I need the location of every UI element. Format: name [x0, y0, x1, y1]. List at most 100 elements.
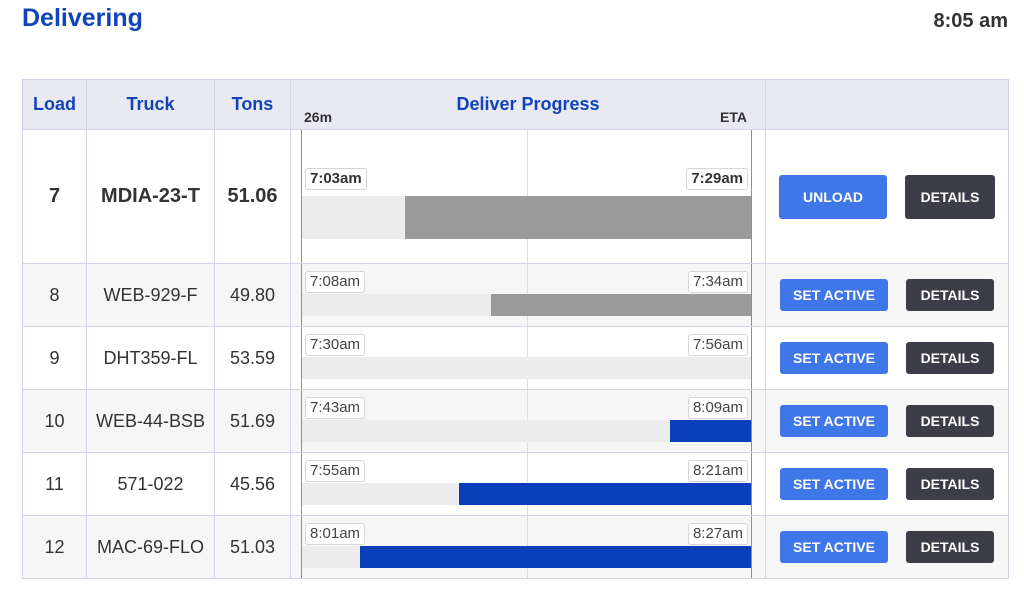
progress-eta-line: [751, 130, 752, 263]
table-body: 7 MDIA-23-T 51.06 7:03am 7:29am UNLOAD DETAILS…: [22, 129, 1009, 579]
column-header-actions: [765, 79, 1009, 130]
load-number: 11: [22, 452, 87, 516]
deliver-progress: 7:43am 8:09am: [290, 389, 766, 453]
load-number: 10: [22, 389, 87, 453]
load-number: 12: [22, 515, 87, 579]
start-time-label: 7:43am: [305, 397, 366, 419]
unload-button[interactable]: UNLOAD: [779, 174, 887, 219]
progress-track-area: 7:03am 7:29am: [301, 130, 752, 263]
progress-eta-line: [751, 516, 752, 578]
column-header-truck: Truck: [86, 79, 215, 130]
eta-time-label: 8:09am: [687, 397, 748, 419]
progress-start-line: [301, 327, 302, 389]
progress-eta-line: [751, 453, 752, 515]
row-actions: SET ACTIVE DETAILS: [765, 389, 1009, 453]
row-actions: SET ACTIVE DETAILS: [765, 326, 1009, 390]
tons-value: 45.56: [214, 452, 291, 516]
load-number: 9: [22, 326, 87, 390]
table-row: 9 DHT359-FL 53.59 7:30am 7:56am SET ACTIVE DET…: [22, 326, 1009, 390]
set-active-button[interactable]: SET ACTIVE: [780, 279, 888, 311]
progress-bar-track: [302, 196, 751, 239]
tons-value: 49.80: [214, 263, 291, 327]
load-number: 7: [22, 129, 87, 264]
progress-track-area: 7:08am 7:34am: [301, 264, 752, 326]
details-button[interactable]: DETAILS: [906, 468, 994, 500]
table-row: 8 WEB-929-F 49.80 7:08am 7:34am SET ACTIVE DET…: [22, 263, 1009, 327]
progress-track-area: 7:30am 7:56am: [301, 327, 752, 389]
set-active-button[interactable]: SET ACTIVE: [780, 405, 888, 437]
set-active-button[interactable]: SET ACTIVE: [780, 531, 888, 563]
progress-start-line: [301, 264, 302, 326]
progress-eta-line: [751, 264, 752, 326]
column-header-load: Load: [22, 79, 87, 130]
eta-time-label: 7:29am: [686, 168, 748, 190]
truck-id: MAC-69-FLO: [86, 515, 215, 579]
row-actions: UNLOAD DETAILS: [765, 129, 1009, 264]
truck-id: WEB-44-BSB: [86, 389, 215, 453]
details-button[interactable]: DETAILS: [905, 174, 995, 219]
table-header-row: Load Truck Tons Deliver Progress 26m ETA: [22, 79, 1009, 130]
truck-id: DHT359-FL: [86, 326, 215, 390]
progress-bar-fill: [459, 483, 751, 505]
column-header-progress: Deliver Progress 26m ETA: [290, 79, 766, 130]
deliver-progress: 7:55am 8:21am: [290, 452, 766, 516]
progress-header-title: Deliver Progress: [456, 94, 600, 114]
details-button[interactable]: DETAILS: [906, 405, 994, 437]
progress-bar-fill: [360, 546, 751, 568]
progress-start-line: [301, 390, 302, 452]
eta-time-label: 8:21am: [687, 460, 748, 482]
progress-bar-track: [302, 483, 751, 505]
table-row: 11 571-022 45.56 7:55am 8:21am SET ACTIVE DETA…: [22, 452, 1009, 516]
load-number: 8: [22, 263, 87, 327]
deliver-progress: 7:30am 7:56am: [290, 326, 766, 390]
progress-eta-line: [751, 327, 752, 389]
truck-id: WEB-929-F: [86, 263, 215, 327]
deliver-progress: 8:01am 8:27am: [290, 515, 766, 579]
details-button[interactable]: DETAILS: [906, 531, 994, 563]
start-time-label: 7:55am: [305, 460, 366, 482]
eta-time-label: 7:56am: [687, 334, 748, 356]
eta-time-label: 7:34am: [687, 271, 748, 293]
tons-value: 51.06: [214, 129, 291, 264]
progress-start-line: [301, 516, 302, 578]
details-button[interactable]: DETAILS: [906, 279, 994, 311]
page-title: Delivering: [22, 4, 143, 32]
progress-header-duration: 26m: [304, 109, 333, 125]
progress-bar-fill: [490, 294, 751, 316]
current-time: 8:05 am: [933, 10, 1009, 32]
progress-track-area: 7:43am 8:09am: [301, 390, 752, 452]
progress-bar-track: [302, 294, 751, 316]
progress-track-area: 8:01am 8:27am: [301, 516, 752, 578]
table-row-active: 7 MDIA-23-T 51.06 7:03am 7:29am UNLOAD DETAILS: [22, 129, 1009, 264]
progress-bar-track: [302, 420, 751, 442]
start-time-label: 7:30am: [305, 334, 366, 356]
deliver-progress: 7:03am 7:29am: [290, 129, 766, 264]
eta-time-label: 8:27am: [687, 523, 748, 545]
details-button[interactable]: DETAILS: [906, 342, 994, 374]
deliveries-table: Load Truck Tons Deliver Progress 26m ETA…: [22, 79, 1009, 579]
start-time-label: 7:08am: [305, 271, 366, 293]
progress-eta-line: [751, 390, 752, 452]
start-time-label: 8:01am: [305, 523, 366, 545]
progress-track-area: 7:55am 8:21am: [301, 453, 752, 515]
progress-start-line: [301, 130, 302, 263]
row-actions: SET ACTIVE DETAILS: [765, 263, 1009, 327]
progress-bar-track: [302, 546, 751, 568]
tons-value: 51.69: [214, 389, 291, 453]
table-row: 12 MAC-69-FLO 51.03 8:01am 8:27am SET ACTIVE D…: [22, 515, 1009, 579]
row-actions: SET ACTIVE DETAILS: [765, 515, 1009, 579]
truck-id: MDIA-23-T: [86, 129, 215, 264]
tons-value: 53.59: [214, 326, 291, 390]
start-time-label: 7:03am: [305, 168, 367, 190]
progress-bar-fill: [670, 420, 751, 442]
row-actions: SET ACTIVE DETAILS: [765, 452, 1009, 516]
deliver-progress: 7:08am 7:34am: [290, 263, 766, 327]
progress-start-line: [301, 453, 302, 515]
set-active-button[interactable]: SET ACTIVE: [780, 468, 888, 500]
tons-value: 51.03: [214, 515, 291, 579]
progress-bar-track: [302, 357, 751, 379]
table-row: 10 WEB-44-BSB 51.69 7:43am 8:09am SET ACTIVE D…: [22, 389, 1009, 453]
progress-bar-fill: [405, 196, 751, 239]
column-header-tons: Tons: [214, 79, 291, 130]
set-active-button[interactable]: SET ACTIVE: [780, 342, 888, 374]
